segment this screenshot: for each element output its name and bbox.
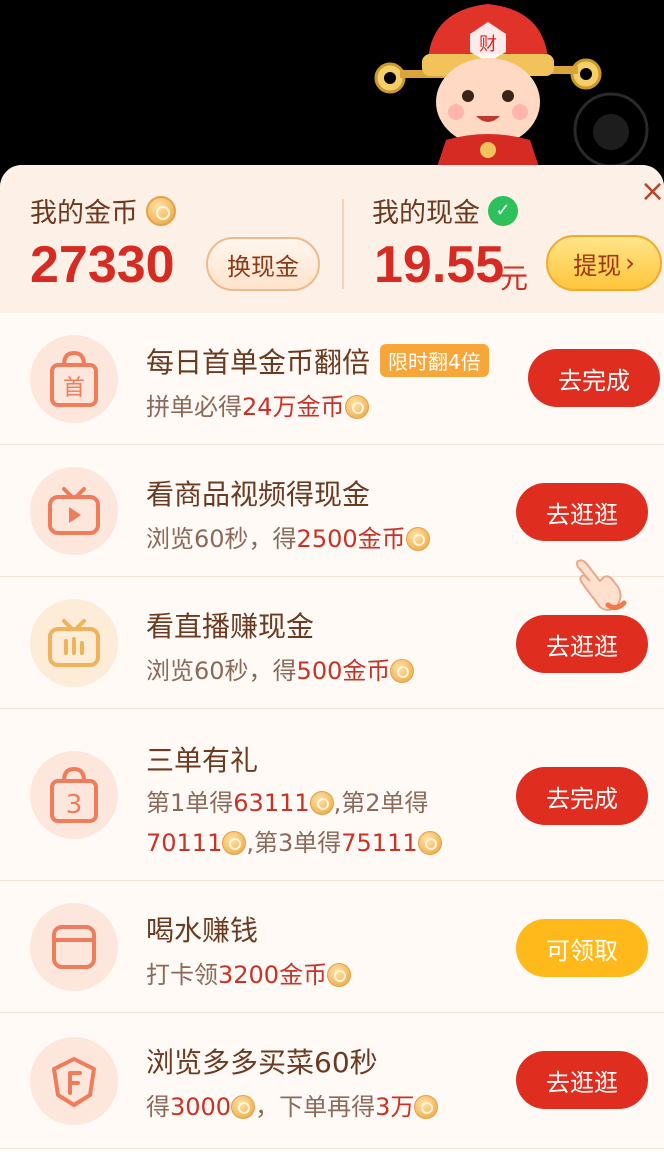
wallet-panel: × 我的金币 27330 换现金 我的现金 ✓ 19.55 元 提现 ›	[0, 165, 664, 313]
task-title: 喝水赚钱	[146, 914, 259, 947]
go-browse-button[interactable]: 去逛逛	[516, 1051, 648, 1109]
task-desc: 拼单必得24万金币	[146, 387, 369, 422]
task-sheet: × 我的金币 27330 换现金 我的现金 ✓ 19.55 元 提现 › 首 每…	[0, 165, 664, 1172]
desc-text: 拼单必得	[146, 393, 242, 421]
task-row-three-orders: 3 三单有礼 第1单得63111 ,第2单得 70111 ,第3单得75111 去完…	[0, 709, 664, 881]
task-row-drink-water: 喝水赚钱 打卡领3200金币 可领取	[0, 881, 664, 1013]
chevron-right-icon: ›	[625, 249, 635, 277]
top-banner: 财	[0, 0, 664, 170]
coin-icon	[417, 831, 442, 855]
exchange-button[interactable]: 换现金	[206, 237, 320, 291]
coin-icon	[231, 1095, 256, 1119]
desc-highlight: 75111	[341, 829, 418, 857]
coin-icon	[405, 527, 430, 551]
go-browse-button[interactable]: 去逛逛	[516, 483, 648, 541]
go-complete-button[interactable]: 去完成	[528, 349, 660, 407]
coin-icon	[390, 659, 415, 683]
desc-highlight: 500金币	[296, 657, 391, 685]
task-title: 看直播赚现金	[146, 610, 315, 643]
desc-highlight: 3万	[375, 1093, 415, 1121]
desc-text: ,第3单得	[246, 829, 342, 857]
mascot-shadow-icon	[573, 92, 649, 168]
vegetable-icon	[30, 1037, 118, 1125]
task-row-live: 看直播赚现金 浏览60秒，得500金币 去逛逛	[0, 577, 664, 709]
desc-highlight: 2500金币	[296, 525, 406, 553]
pointing-hand-icon	[576, 559, 627, 611]
task-row-vegetable: 浏览多多买菜60秒 得3000 ，下单再得3万 去逛逛	[0, 1013, 664, 1149]
withdraw-button[interactable]: 提现 ›	[546, 235, 662, 291]
cash-label: 我的现金	[372, 198, 480, 229]
tv-live-icon	[30, 599, 118, 687]
task-title: 看商品视频得现金	[146, 478, 371, 511]
task-title: 三单有礼	[146, 744, 259, 777]
coin-icon	[309, 791, 334, 815]
desc-highlight: 63111	[233, 789, 310, 817]
desc-text: ,第2单得	[333, 789, 429, 817]
coin-icon	[414, 1095, 439, 1119]
coin-icon	[222, 831, 247, 855]
coins-label: 我的金币	[30, 198, 138, 229]
divider	[342, 199, 344, 289]
task-title: 每日首单金币翻倍	[146, 346, 371, 379]
cash-section: 我的现金 ✓	[372, 191, 518, 230]
svg-text:财: 财	[479, 34, 497, 55]
coins-value: 27330	[30, 236, 175, 294]
go-complete-button[interactable]: 去完成	[516, 767, 648, 825]
wechat-check-icon: ✓	[488, 195, 518, 226]
svg-text:3: 3	[66, 790, 83, 820]
desc-text: 第1单得	[146, 789, 234, 817]
task-desc-line1: 第1单得63111 ,第2单得	[146, 783, 429, 818]
desc-text: ，下单再得	[255, 1093, 376, 1121]
bag-first-icon: 首	[30, 335, 118, 423]
claim-button[interactable]: 可领取	[516, 919, 648, 977]
task-desc: 浏览60秒，得500金币	[146, 651, 415, 686]
desc-text: 浏览60秒，得	[146, 525, 297, 553]
svg-text:首: 首	[63, 376, 85, 401]
task-desc: 浏览60秒，得2500金币	[146, 519, 430, 554]
task-desc: 得3000 ，下单再得3万	[146, 1087, 439, 1122]
close-icon[interactable]: ×	[640, 177, 664, 207]
desc-highlight: 3200金币	[218, 961, 328, 989]
cash-value: 19.55	[374, 236, 505, 294]
cup-icon	[30, 903, 118, 991]
task-desc: 打卡领3200金币	[146, 955, 352, 990]
go-browse-button[interactable]: 去逛逛	[516, 615, 648, 673]
desc-text: 浏览60秒，得	[146, 657, 297, 685]
limited-time-badge: 限时翻4倍	[380, 344, 489, 377]
bag-three-icon: 3	[30, 751, 118, 839]
tv-video-icon	[30, 467, 118, 555]
withdraw-label: 提现	[573, 251, 622, 280]
coin-icon	[146, 195, 176, 226]
desc-text: 打卡领	[146, 961, 218, 989]
coins-section: 我的金币	[30, 191, 176, 230]
task-desc-line2: 70111 ,第3单得75111	[146, 823, 442, 858]
desc-highlight: 70111	[146, 829, 223, 857]
coin-icon	[327, 963, 352, 987]
cash-unit: 元	[500, 262, 529, 295]
desc-highlight: 3000	[170, 1093, 232, 1121]
coin-icon	[344, 395, 369, 419]
desc-highlight: 24万金币	[242, 393, 345, 421]
task-row-video: 看商品视频得现金 浏览60秒，得2500金币 去逛逛	[0, 445, 664, 577]
desc-text: 得	[146, 1093, 170, 1121]
task-row-first-order: 首 每日首单金币翻倍 限时翻4倍 拼单必得24万金币 去完成	[0, 313, 664, 445]
task-title: 浏览多多买菜60秒	[146, 1046, 378, 1079]
